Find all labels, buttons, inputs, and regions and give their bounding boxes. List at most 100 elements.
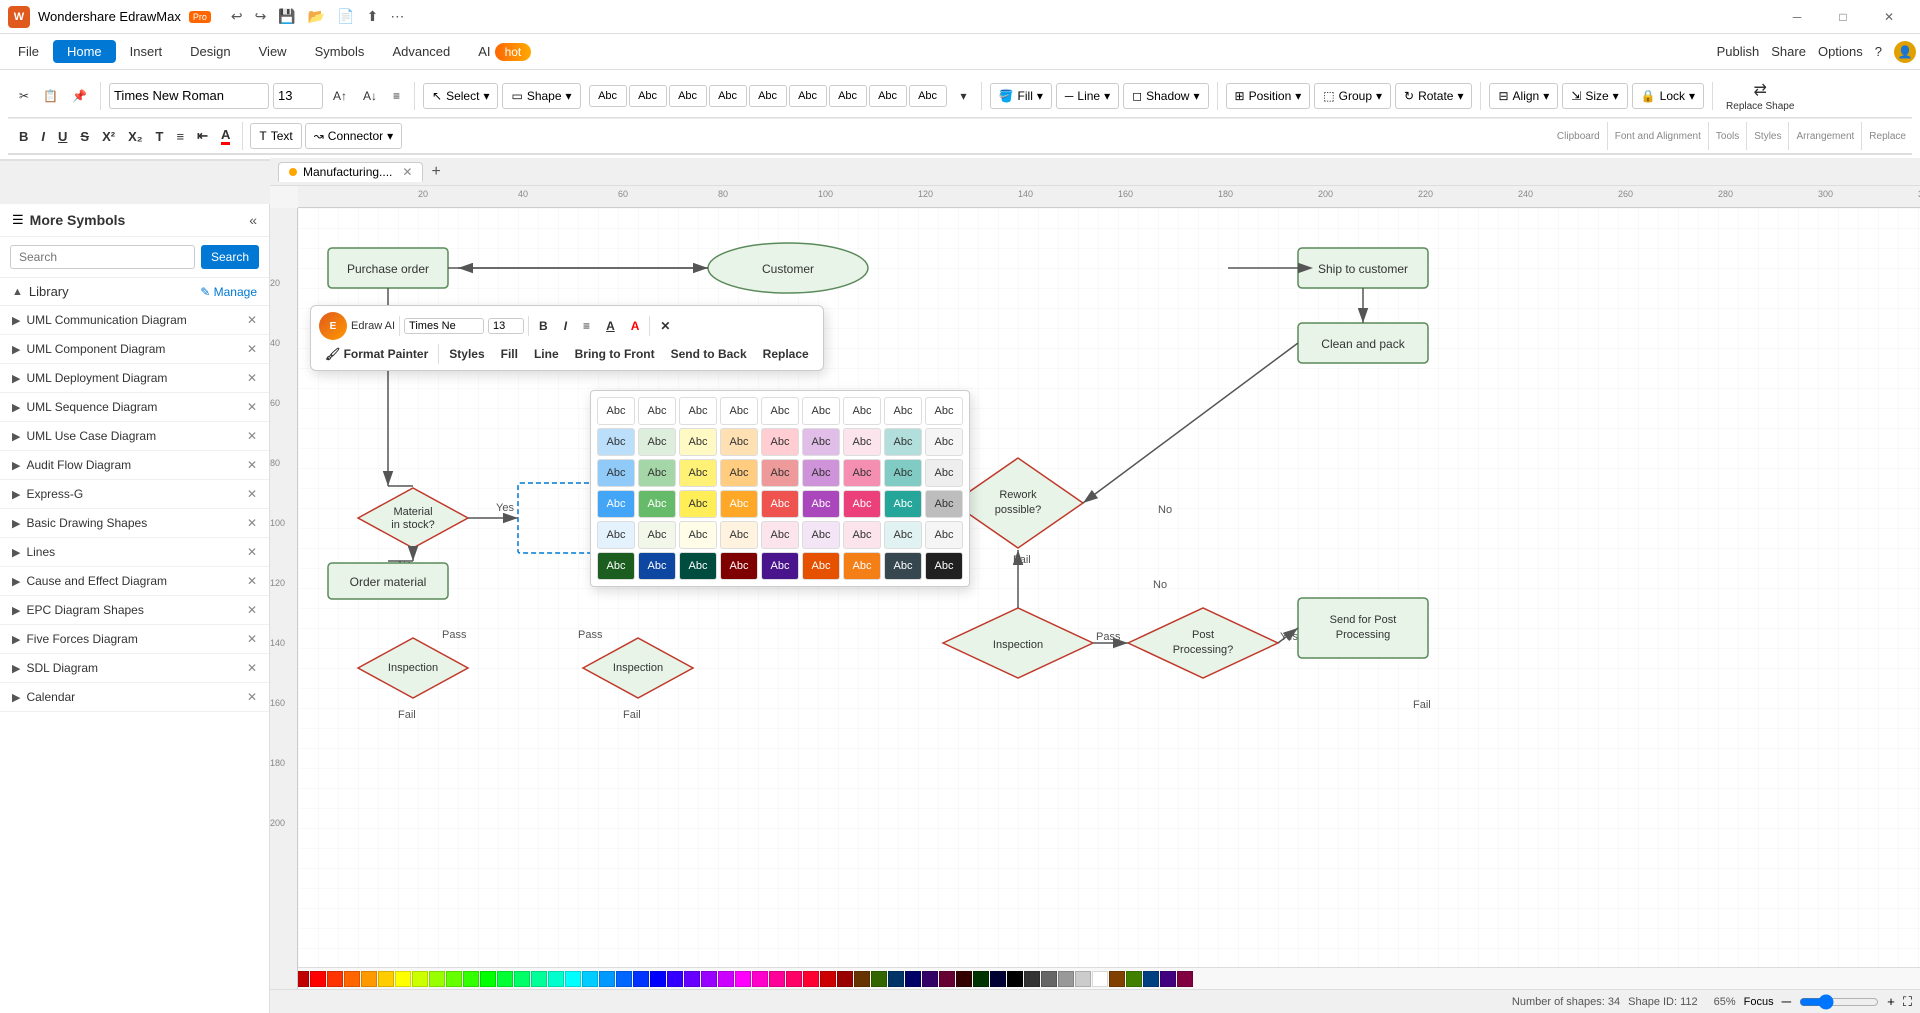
publish-button[interactable]: Publish bbox=[1717, 44, 1760, 59]
sidebar-x-12[interactable]: ✕ bbox=[247, 661, 257, 675]
ft-fill-button[interactable]: Fill bbox=[495, 344, 524, 364]
text-button[interactable]: TText bbox=[250, 123, 301, 149]
outdent-button[interactable]: ⇤ bbox=[192, 126, 213, 146]
underline-button[interactable]: U bbox=[53, 127, 72, 146]
sidebar-x-5[interactable]: ✕ bbox=[247, 458, 257, 472]
sidebar-x-8[interactable]: ✕ bbox=[247, 545, 257, 559]
color-swatch-10[interactable] bbox=[463, 971, 479, 987]
sp-2-5[interactable]: Abc bbox=[761, 428, 799, 456]
sp-2-4[interactable]: Abc bbox=[720, 428, 758, 456]
sp-3-4[interactable]: Abc bbox=[720, 459, 758, 487]
ft-close-button[interactable]: ✕ bbox=[654, 316, 676, 336]
tab-manufacturing[interactable]: Manufacturing.... ✕ bbox=[278, 162, 423, 182]
color-swatch-37[interactable] bbox=[922, 971, 938, 987]
sp-3-6[interactable]: Abc bbox=[802, 459, 840, 487]
color-swatch-3[interactable] bbox=[344, 971, 360, 987]
color-swatch-35[interactable] bbox=[888, 971, 904, 987]
styles-expand-button[interactable]: ▾ bbox=[955, 86, 973, 106]
sp-4-8[interactable]: Abc bbox=[884, 490, 922, 518]
user-avatar[interactable]: 👤 bbox=[1894, 41, 1916, 63]
sidebar-x-9[interactable]: ✕ bbox=[247, 574, 257, 588]
sp-6-2[interactable]: Abc bbox=[638, 552, 676, 580]
style-swatch-3[interactable]: Abc bbox=[669, 85, 707, 107]
color-swatch-1[interactable] bbox=[310, 971, 326, 987]
open-button[interactable]: 📂 bbox=[304, 6, 329, 27]
sp-2-1[interactable]: Abc bbox=[597, 428, 635, 456]
sidebar-item-7[interactable]: ▶ Basic Drawing Shapes ✕ bbox=[0, 509, 269, 538]
color-swatch-47[interactable] bbox=[1092, 971, 1108, 987]
sp-3-8[interactable]: Abc bbox=[884, 459, 922, 487]
color-swatch-30[interactable] bbox=[803, 971, 819, 987]
style-swatch-8[interactable]: Abc bbox=[869, 85, 907, 107]
sp-4-9[interactable]: Abc bbox=[925, 490, 963, 518]
search-button[interactable]: Search bbox=[201, 245, 259, 269]
manage-link[interactable]: ✎ Manage bbox=[200, 285, 257, 299]
sp-1-9[interactable]: Abc bbox=[925, 397, 963, 425]
sidebar-item-10[interactable]: ▶ EPC Diagram Shapes ✕ bbox=[0, 596, 269, 625]
lock-button[interactable]: 🔒Lock▾ bbox=[1632, 83, 1704, 109]
ft-styles-button[interactable]: Styles bbox=[443, 344, 490, 364]
italic-button[interactable]: I bbox=[36, 127, 50, 146]
color-swatch-39[interactable] bbox=[956, 971, 972, 987]
shape-button[interactable]: ▭Shape▾ bbox=[502, 83, 580, 109]
sidebar-x-4[interactable]: ✕ bbox=[247, 429, 257, 443]
sp-3-3[interactable]: Abc bbox=[679, 459, 717, 487]
sidebar-x-6[interactable]: ✕ bbox=[247, 487, 257, 501]
sidebar-item-12[interactable]: ▶ SDL Diagram ✕ bbox=[0, 654, 269, 683]
menu-advanced[interactable]: Advanced bbox=[378, 40, 464, 63]
color-swatch-4[interactable] bbox=[361, 971, 377, 987]
sp-4-3[interactable]: Abc bbox=[679, 490, 717, 518]
style-swatch-2[interactable]: Abc bbox=[629, 85, 667, 107]
color-swatch-13[interactable] bbox=[514, 971, 530, 987]
rotate-button[interactable]: ↻Rotate▾ bbox=[1395, 83, 1472, 109]
line-button[interactable]: ─Line▾ bbox=[1056, 83, 1119, 109]
size-button[interactable]: ⇲Size▾ bbox=[1562, 83, 1627, 109]
strikethrough-button[interactable]: S bbox=[75, 127, 94, 146]
sp-6-1[interactable]: Abc bbox=[597, 552, 635, 580]
color-swatch-11[interactable] bbox=[480, 971, 496, 987]
sidebar-item-8[interactable]: ▶ Lines ✕ bbox=[0, 538, 269, 567]
font-shrink-button[interactable]: A↓ bbox=[357, 86, 383, 106]
sp-5-8[interactable]: Abc bbox=[884, 521, 922, 549]
color-swatch-50[interactable] bbox=[1143, 971, 1159, 987]
menu-file[interactable]: File bbox=[4, 40, 53, 63]
sp-6-6[interactable]: Abc bbox=[802, 552, 840, 580]
color-swatch-40[interactable] bbox=[973, 971, 989, 987]
menu-view[interactable]: View bbox=[245, 40, 301, 63]
style-swatch-5[interactable]: Abc bbox=[749, 85, 787, 107]
position-button[interactable]: ⊞Position▾ bbox=[1226, 83, 1311, 109]
sidebar-collapse-button[interactable]: « bbox=[249, 212, 257, 228]
sp-3-5[interactable]: Abc bbox=[761, 459, 799, 487]
color-swatch-17[interactable] bbox=[582, 971, 598, 987]
color-swatch-38[interactable] bbox=[939, 971, 955, 987]
undo-button[interactable]: ↩ bbox=[227, 6, 247, 27]
ft-underline-button[interactable]: A bbox=[600, 316, 621, 336]
bold-button[interactable]: B bbox=[14, 127, 33, 146]
ft-italic-button[interactable]: I bbox=[558, 316, 573, 336]
sp-5-6[interactable]: Abc bbox=[802, 521, 840, 549]
color-swatch-49[interactable] bbox=[1126, 971, 1142, 987]
style-swatch-9[interactable]: Abc bbox=[909, 85, 947, 107]
sp-4-4[interactable]: Abc bbox=[720, 490, 758, 518]
redo-button[interactable]: ↪ bbox=[251, 6, 271, 27]
fill-button[interactable]: 🪣Fill▾ bbox=[990, 83, 1052, 109]
color-swatch-36[interactable] bbox=[905, 971, 921, 987]
zoom-in-button[interactable]: + bbox=[1887, 994, 1895, 1009]
color-swatch-42[interactable] bbox=[1007, 971, 1023, 987]
text-align-button[interactable]: ≡ bbox=[387, 86, 406, 106]
search-input[interactable] bbox=[10, 245, 195, 269]
ft-color-button[interactable]: A bbox=[625, 316, 646, 336]
color-swatch-31[interactable] bbox=[820, 971, 836, 987]
sp-4-5[interactable]: Abc bbox=[761, 490, 799, 518]
replace-shape-button[interactable]: ⇄ Replace Shape bbox=[1721, 78, 1799, 114]
ft-bold-button[interactable]: B bbox=[533, 316, 554, 336]
paste-button[interactable]: 📌 bbox=[67, 86, 92, 106]
color-swatch-32[interactable] bbox=[837, 971, 853, 987]
sp-1-3[interactable]: Abc bbox=[679, 397, 717, 425]
color-swatch-26[interactable] bbox=[735, 971, 751, 987]
font-name-input[interactable] bbox=[109, 83, 269, 109]
color-swatch-2[interactable] bbox=[327, 971, 343, 987]
color-swatch-6[interactable] bbox=[395, 971, 411, 987]
ft-align-button[interactable]: ≡ bbox=[577, 316, 596, 336]
sp-1-8[interactable]: Abc bbox=[884, 397, 922, 425]
